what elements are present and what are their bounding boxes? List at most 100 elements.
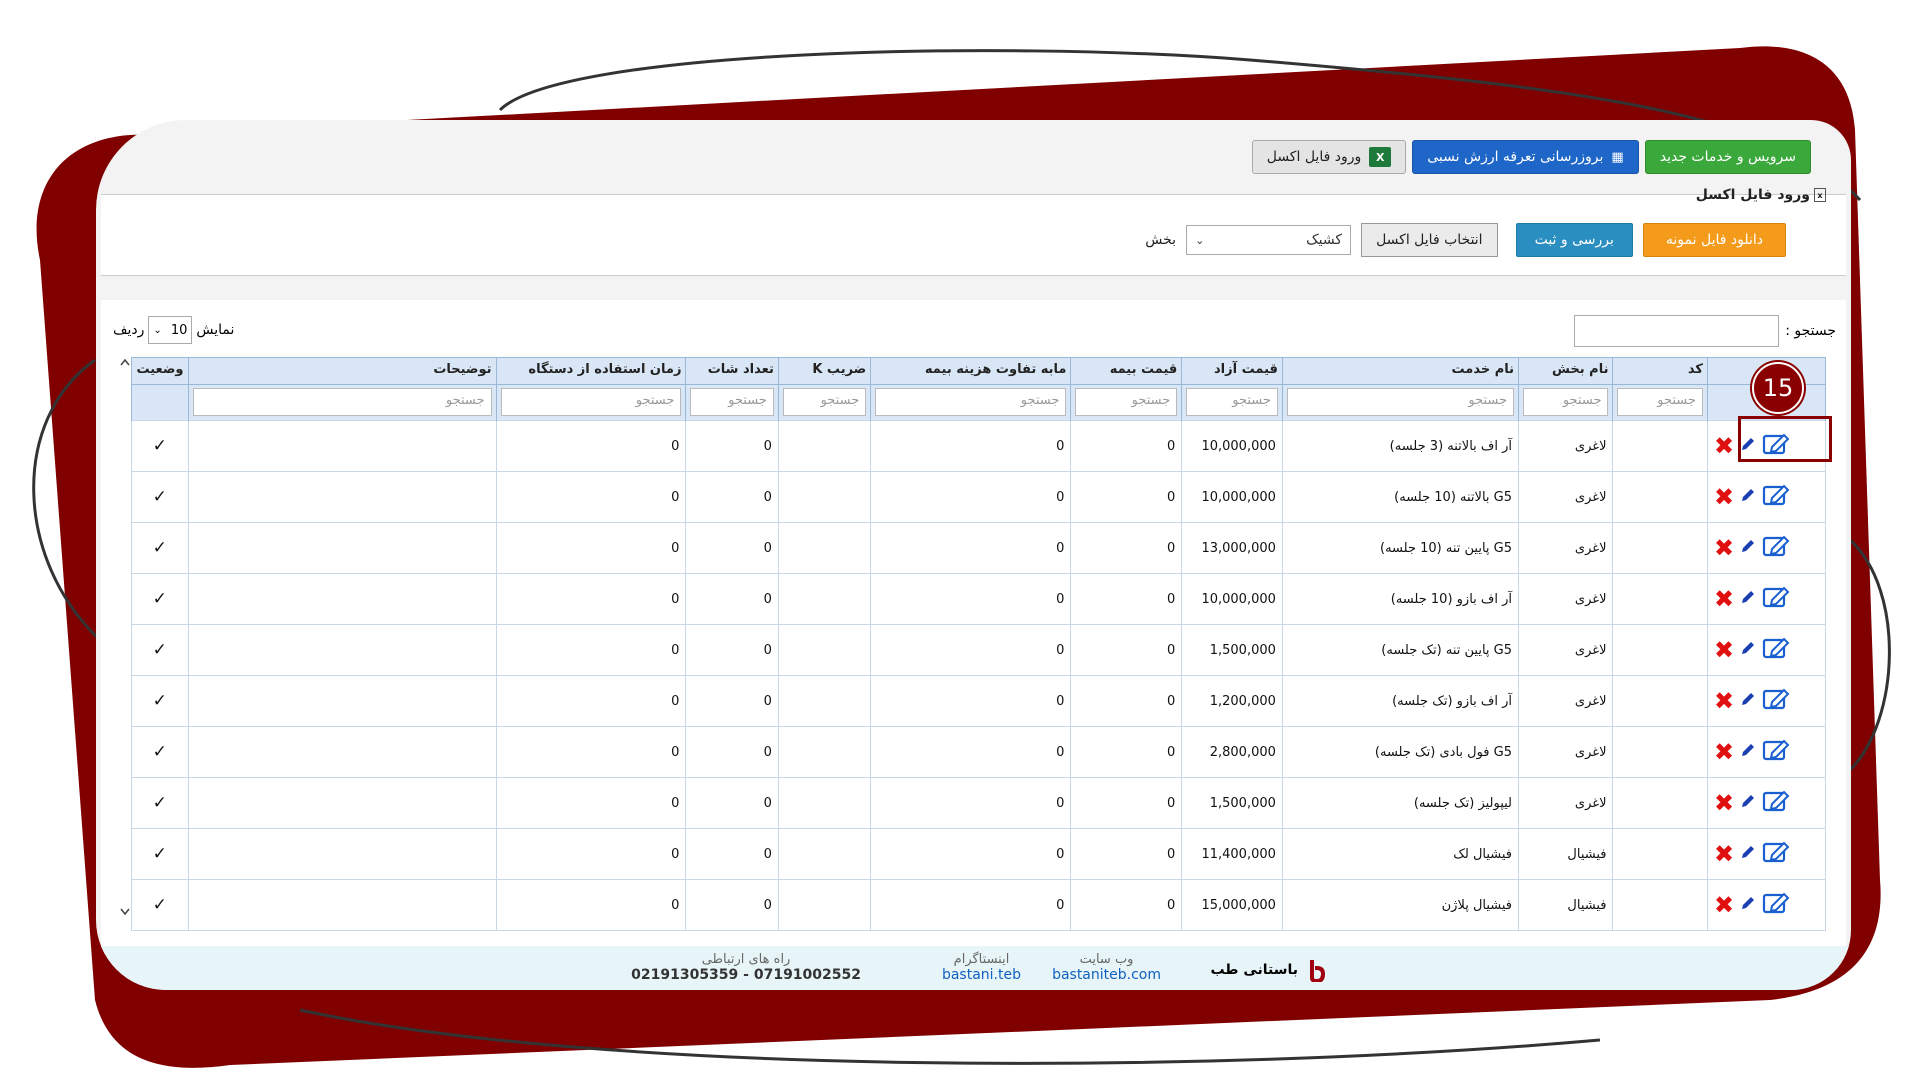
delete-icon[interactable]: ✖ [1714,791,1734,815]
table-cell [1612,522,1708,574]
edit-icon[interactable] [1762,841,1790,867]
table-cell: 1,500,000 [1181,777,1283,829]
search-input[interactable] [1574,315,1780,347]
edit-icon[interactable] [1762,892,1790,918]
column-filter-input[interactable]: جستجو [782,388,867,416]
table-cell: فیشیال [1518,828,1614,880]
rows-label: ردیف [113,322,145,338]
import-controls: بخش کشیک ⌄ انتخاب فایل اکسل بررسی و ثبت … [1105,223,1826,257]
new-services-label: سرویس و خدمات جدید [1659,149,1796,165]
column-header[interactable]: تعداد شات [685,357,779,385]
column-filter-input[interactable]: جستجو [192,388,492,416]
delete-icon[interactable]: ✖ [1714,587,1734,611]
delete-icon[interactable]: ✖ [1714,485,1734,509]
filter-cell: جستجو [1518,384,1614,421]
table-cell [777,675,872,727]
edit-icon[interactable] [1762,637,1790,663]
pencil-icon[interactable] [1740,742,1756,762]
row-actions: ✖ [1714,688,1819,714]
column-header[interactable]: نام بخش [1518,357,1614,385]
page-length-select[interactable]: 10 ⌄ [148,316,193,344]
column-header[interactable]: قیمت بیمه [1070,357,1183,385]
table-cell: فیشیال [1518,879,1614,931]
table-cell: 0 [495,675,687,727]
instagram-link[interactable]: bastani.teb [942,967,1021,983]
delete-icon[interactable]: ✖ [1714,842,1734,866]
table-cell: ✓ [131,675,189,727]
section-select[interactable]: کشیک ⌄ [1186,225,1352,255]
table-cell: لاغری [1518,675,1614,727]
import-panel: x ورود فایل اکسل بخش کشیک ⌄ انتخاب فایل … [101,187,1846,276]
pencil-icon[interactable] [1740,640,1756,660]
column-filter-input[interactable]: جستجو [1186,388,1278,416]
update-tariff-button[interactable]: ▦ بروزرسانی تعرفه ارزش نسبی [1412,140,1639,174]
table-head: کد نام بخش نام خدمت قیمت آزاد قیمت بیمه مابه … [131,357,1827,421]
action-highlight-box [1738,416,1832,462]
actions-cell: ✖ [1706,879,1827,931]
filter-cell [131,384,189,421]
delete-icon[interactable]: ✖ [1714,638,1734,662]
filter-cell: جستجو [1181,384,1283,421]
pencil-icon[interactable] [1740,844,1756,864]
table-scrollbar[interactable] [119,357,131,917]
new-services-button[interactable]: سرویس و خدمات جدید [1644,140,1811,174]
column-filter-input[interactable]: جستجو [1075,388,1178,416]
edit-icon[interactable] [1762,535,1790,561]
download-sample-button[interactable]: دانلود فایل نمونه [1642,223,1786,257]
table-row: ✖ لاغری آر اف بازو (تک جلسه) 1,200,000 0 0 0 0 ✓ [131,675,1827,727]
pencil-icon[interactable] [1740,538,1756,558]
column-header[interactable]: نام خدمت [1281,357,1520,385]
column-filter-input[interactable]: جستجو [690,388,774,416]
table-cell: فیشیال لک [1281,828,1520,880]
table-cell [187,471,497,523]
column-filter-input[interactable]: جستجو [875,388,1067,416]
pencil-icon[interactable] [1740,691,1756,711]
actions-cell: ✖ [1706,675,1827,727]
edit-icon[interactable] [1762,790,1790,816]
pencil-icon[interactable] [1740,589,1756,609]
delete-icon[interactable]: ✖ [1714,740,1734,764]
pencil-icon[interactable] [1740,793,1756,813]
table-cell: 0 [685,828,779,880]
choose-excel-file-button[interactable]: انتخاب فایل اکسل [1361,223,1498,257]
table-cell: 0 [870,675,1072,727]
column-filter-input[interactable]: جستجو [1286,388,1515,416]
edit-icon[interactable] [1762,586,1790,612]
column-header[interactable]: توضیحات [187,357,497,385]
website-link[interactable]: bastaniteb.com [1052,967,1161,983]
edit-icon[interactable] [1762,739,1790,765]
table-cell: 0 [495,420,687,472]
delete-icon[interactable]: ✖ [1714,434,1734,458]
column-header[interactable]: وضعیت [131,357,189,385]
instagram-label: اینستاگرام [953,952,1010,967]
delete-icon[interactable]: ✖ [1714,893,1734,917]
table-cell: آر اف بازو (تک جلسه) [1281,675,1520,727]
delete-icon[interactable]: ✖ [1714,536,1734,560]
excel-import-button[interactable]: X ورود فایل اکسل [1251,140,1407,174]
table-cell: 0 [1070,726,1183,778]
filter-cell: جستجو [495,384,687,421]
table-cell [777,471,872,523]
column-filter-input[interactable]: جستجو [1523,388,1609,416]
column-header[interactable]: مابه تفاوت هزینه بیمه [870,357,1072,385]
review-submit-button[interactable]: بررسی و ثبت [1515,223,1633,257]
column-header[interactable]: قیمت آزاد [1181,357,1283,385]
delete-icon[interactable]: ✖ [1714,689,1734,713]
table-cell: 0 [495,573,687,625]
table-row: ✖ لاغری G5 بالاتنه (10 جلسه) 10,000,000 0 0 0 0… [131,471,1827,523]
column-header[interactable]: زمان استفاده از دستگاه [495,357,687,385]
edit-icon[interactable] [1762,688,1790,714]
column-filter-input[interactable]: جستجو [500,388,682,416]
pencil-icon[interactable] [1740,487,1756,507]
brand-name: باستانی طب [1210,962,1298,978]
column-filter-input[interactable]: جستجو [1617,388,1703,416]
column-header[interactable]: کد [1612,357,1708,385]
import-panel-title-text: ورود فایل اکسل [1695,187,1810,203]
pencil-icon[interactable] [1740,895,1756,915]
column-header[interactable]: ضریب K [777,357,872,385]
table-cell: 15,000,000 [1181,879,1283,931]
table-cell: 13,000,000 [1181,522,1283,574]
footer-brand: باستانی طب [1210,958,1326,982]
table-cell: G5 پایین تنه (تک جلسه) [1281,624,1520,676]
edit-icon[interactable] [1762,484,1790,510]
